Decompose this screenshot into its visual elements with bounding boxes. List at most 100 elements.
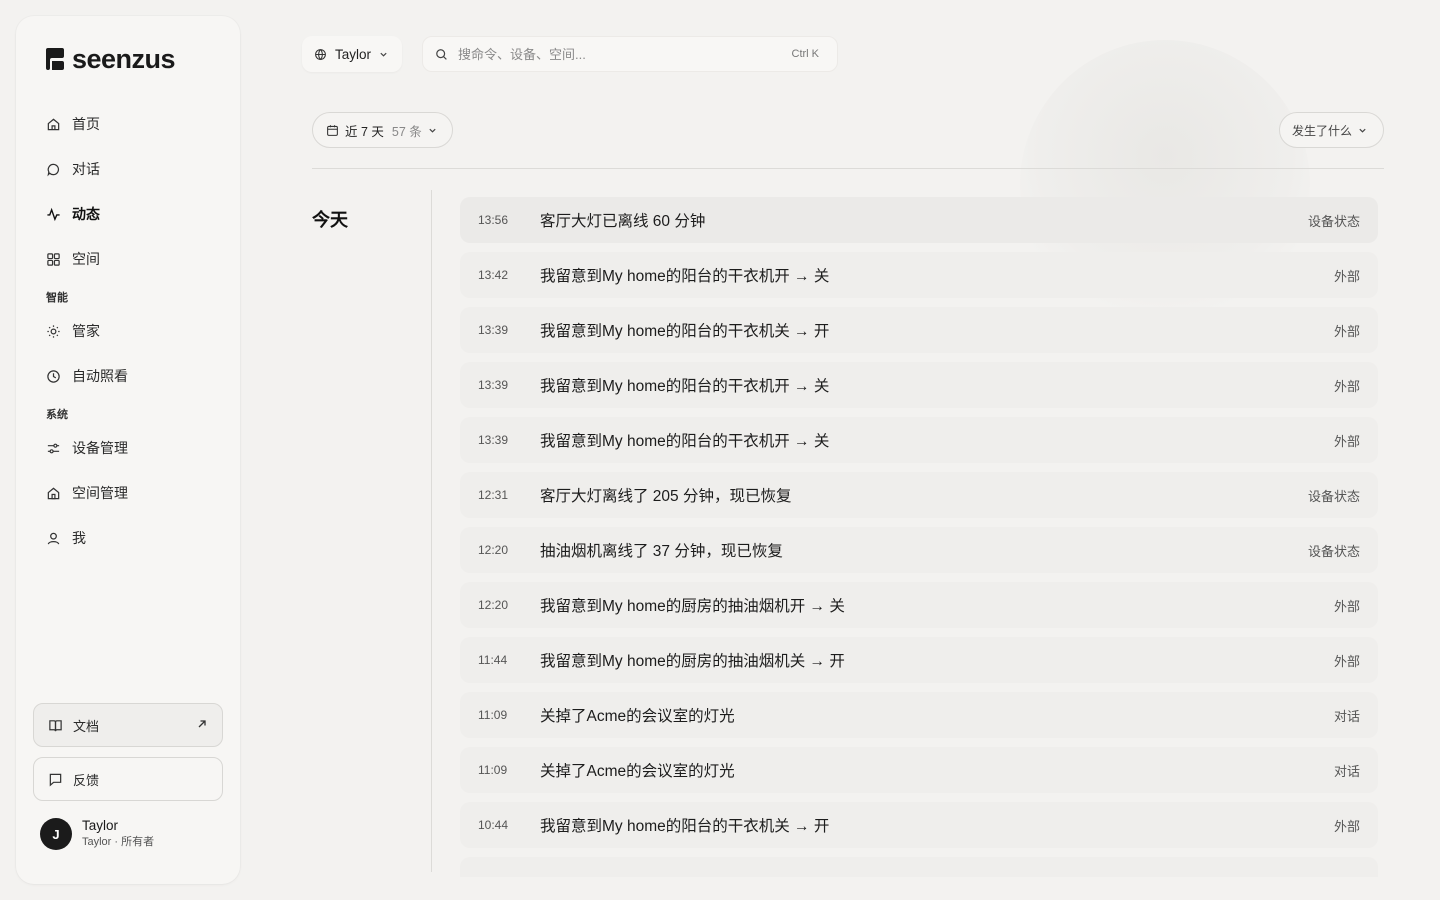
timeline-divider (431, 190, 432, 872)
event-row[interactable]: 12:31 客厅大灯离线了 205 分钟，现已恢复 设备状态 (460, 472, 1378, 518)
nav-item-butler[interactable]: 管家 (32, 315, 224, 347)
nav-item-home[interactable]: 首页 (32, 108, 224, 140)
event-text: 我留意到My home的阳台的干衣机开 → 关 (540, 268, 830, 285)
event-time: 13:39 (478, 378, 509, 392)
event-count: 57 条 (391, 124, 422, 139)
sliders-icon (47, 443, 60, 453)
event-time: 13:39 (478, 323, 509, 337)
event-type-filter[interactable]: 发生了什么 (1279, 112, 1384, 148)
grid-icon (47, 252, 60, 266)
event-tag: 设备状态 (1307, 213, 1360, 229)
brand-mark-icon (46, 48, 64, 70)
feedback-button[interactable]: 反馈 (33, 757, 223, 801)
external-link-icon (198, 720, 206, 728)
sun-icon (47, 324, 60, 338)
event-time: 13:42 (478, 268, 509, 282)
event-row[interactable]: 13:39 我留意到My home的阳台的干衣机开 → 关 外部 (460, 417, 1378, 463)
event-text: 我留意到My home的厨房的抽油烟机开 → 关 (540, 598, 845, 615)
nav-item-label: 空间 (72, 251, 100, 267)
event-row-partial[interactable] (460, 857, 1378, 877)
event-time: 12:20 (478, 543, 509, 557)
section-label-system: 系统 (46, 409, 68, 421)
nav-item-label: 设备管理 (72, 440, 128, 456)
docs-button[interactable]: 文档 (33, 703, 223, 747)
nav-item-label: 空间管理 (72, 485, 128, 501)
book-icon (49, 719, 62, 731)
event-tag: 外部 (1333, 653, 1360, 669)
event-text: 我留意到My home的阳台的干衣机开 → 关 (540, 433, 830, 450)
event-text: 抽油烟机离线了 37 分钟，现已恢复 (540, 543, 783, 560)
event-time: 12:31 (478, 488, 509, 502)
event-tag: 外部 (1333, 598, 1360, 614)
message-icon (49, 773, 62, 786)
nav-item-label: 管家 (72, 323, 100, 339)
activity-icon (47, 207, 60, 221)
event-type-label: 发生了什么 (1292, 123, 1353, 138)
nav-item-chat[interactable]: 对话 (32, 153, 224, 185)
header-divider (312, 168, 1384, 169)
event-tag: 外部 (1333, 818, 1360, 834)
command-search[interactable]: Ctrl K (422, 36, 838, 72)
globe-icon (315, 48, 326, 60)
space-selector[interactable]: Taylor (302, 36, 402, 72)
event-row[interactable]: 11:09 关掉了Acme的会议室的灯光 对话 (460, 692, 1378, 738)
event-time: 11:44 (478, 653, 508, 667)
event-text: 客厅大灯已离线 60 分钟 (540, 213, 706, 230)
day-heading: 今天 (312, 210, 348, 230)
event-text: 关掉了Acme的会议室的灯光 (540, 708, 735, 725)
home-icon (47, 118, 60, 130)
event-time: 11:09 (478, 763, 508, 777)
event-row[interactable]: 11:09 关掉了Acme的会议室的灯光 对话 (460, 747, 1378, 793)
date-range-filter[interactable]: 近 7 天 57 条 (312, 112, 453, 148)
event-tag: 对话 (1333, 763, 1360, 779)
brand-name: seenzus (72, 43, 176, 74)
event-text: 关掉了Acme的会议室的灯光 (540, 763, 735, 780)
docs-label: 文档 (73, 718, 100, 734)
user-role: Taylor · 所有者 (82, 836, 155, 848)
event-time: 13:56 (478, 213, 509, 227)
event-row[interactable]: 12:20 我留意到My home的厨房的抽油烟机开 → 关 外部 (460, 582, 1378, 628)
event-text: 我留意到My home的阳台的干衣机关 → 开 (540, 323, 830, 340)
chat-icon (47, 163, 60, 176)
user-icon (47, 532, 60, 544)
event-time: 12:20 (478, 598, 509, 612)
nav-item-activity[interactable]: 动态 (32, 198, 224, 230)
house-icon (47, 487, 60, 499)
nav-item-spaces[interactable]: 空间 (32, 243, 224, 275)
nav-item-me[interactable]: 我 (32, 522, 224, 554)
search-shortcut: Ctrl K (791, 48, 820, 60)
chevron-down-icon (380, 52, 387, 57)
nav-item-label: 自动照看 (72, 368, 128, 384)
date-range-label: 近 7 天 (345, 124, 384, 139)
event-text: 我留意到My home的阳台的干衣机开 → 关 (540, 378, 830, 395)
chevron-down-icon (429, 128, 436, 133)
search-input[interactable] (458, 46, 778, 62)
event-text: 客厅大灯离线了 205 分钟，现已恢复 (540, 488, 792, 505)
event-row[interactable]: 10:44 我留意到My home的阳台的干衣机关 → 开 外部 (460, 802, 1378, 848)
event-list: 13:56 客厅大灯已离线 60 分钟 设备状态 13:42 我留意到My home的… (460, 197, 1378, 877)
event-row[interactable]: 12:20 抽油烟机离线了 37 分钟，现已恢复 设备状态 (460, 527, 1378, 573)
space-selector-label: Taylor (335, 46, 372, 62)
nav-item-space-management[interactable]: 空间管理 (32, 477, 224, 509)
event-row[interactable]: 13:39 我留意到My home的阳台的干衣机开 → 关 外部 (460, 362, 1378, 408)
event-row[interactable]: 11:44 我留意到My home的厨房的抽油烟机关 → 开 外部 (460, 637, 1378, 683)
event-tag: 外部 (1333, 268, 1360, 284)
event-time: 10:44 (478, 818, 509, 832)
clock-icon (47, 369, 60, 383)
user-profile[interactable]: J Taylor Taylor · 所有者 (40, 816, 154, 852)
event-row[interactable]: 13:39 我留意到My home的阳台的干衣机关 → 开 外部 (460, 307, 1378, 353)
chevron-down-icon (1359, 128, 1366, 133)
event-row[interactable]: 13:56 客厅大灯已离线 60 分钟 设备状态 (460, 197, 1378, 243)
sidebar: seenzus 首页 对话 动态 空间 智能 管家 自动照看 系统 设备管理 空… (16, 16, 240, 884)
nav-item-label: 首页 (72, 116, 100, 132)
nav-item-device-management[interactable]: 设备管理 (32, 432, 224, 464)
event-tag: 外部 (1333, 378, 1360, 394)
main-nav: 首页 对话 动态 空间 智能 管家 自动照看 系统 设备管理 空间管理 我 (32, 108, 224, 567)
event-tag: 外部 (1333, 323, 1360, 339)
event-time: 11:09 (478, 708, 508, 722)
nav-item-auto-care[interactable]: 自动照看 (32, 360, 224, 392)
event-row[interactable]: 13:42 我留意到My home的阳台的干衣机开 → 关 外部 (460, 252, 1378, 298)
search-icon (436, 48, 447, 60)
avatar: J (40, 818, 72, 850)
brand-logo[interactable]: seenzus (44, 43, 176, 74)
